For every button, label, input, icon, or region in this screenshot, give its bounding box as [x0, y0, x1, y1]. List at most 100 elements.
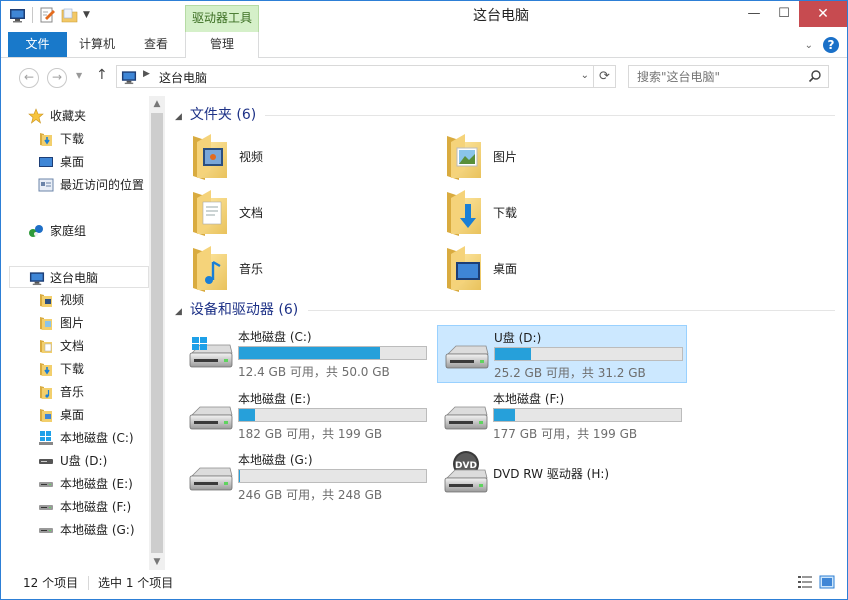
search-box[interactable]	[628, 65, 829, 88]
collapse-chevron-icon[interactable]: ◢	[175, 302, 182, 322]
tab-file[interactable]: 文件	[8, 32, 67, 57]
downloads-folder-icon	[38, 131, 54, 147]
close-button[interactable]: ✕	[799, 1, 847, 27]
folder-item-documents[interactable]: 文档	[187, 186, 437, 242]
sidebar-item-downloads-pc[interactable]: 下载	[38, 358, 148, 380]
toolbar-divider	[32, 7, 33, 23]
usb-drive-icon	[38, 453, 54, 469]
new-folder-icon[interactable]	[61, 7, 78, 23]
folder-item-downloads[interactable]: 下载	[441, 186, 691, 242]
computer-icon	[121, 69, 137, 88]
folder-item-music[interactable]: 音乐	[187, 242, 437, 298]
drive-item-e[interactable]: 本地磁盘 (E:) 182 GB 可用，共 199 GB	[182, 387, 432, 445]
forward-arrow-icon[interactable]: →	[47, 68, 67, 88]
hard-drive-icon	[188, 399, 234, 435]
drive-item-g[interactable]: 本地磁盘 (G:) 246 GB 可用，共 248 GB	[182, 448, 432, 506]
tab-manage[interactable]: 管理	[185, 32, 259, 58]
help-icon[interactable]: ?	[823, 37, 839, 53]
downloads-folder-icon	[441, 186, 489, 238]
details-view-icon[interactable]	[797, 574, 813, 590]
drive-usage-bar	[494, 347, 683, 361]
tab-view[interactable]: 查看	[127, 32, 185, 57]
scroll-down-arrow-icon[interactable]: ▼	[149, 554, 165, 570]
drive-usage-bar	[238, 346, 427, 360]
windows-drive-icon	[188, 337, 234, 373]
folder-item-pictures[interactable]: 图片	[441, 130, 691, 186]
large-icons-view-icon[interactable]	[819, 574, 835, 590]
sidebar-item-videos[interactable]: 视频	[38, 289, 148, 311]
breadcrumb-chevron-icon[interactable]: ▶	[143, 69, 150, 79]
sidebar-scrollbar[interactable]: ▲ ▼	[149, 96, 165, 570]
sidebar-item-favorites[interactable]: 收藏夹	[28, 105, 148, 127]
up-arrow-icon[interactable]: ↑	[96, 67, 108, 83]
properties-icon[interactable]	[39, 7, 56, 23]
window-controls: — ☐ ✕	[739, 1, 847, 27]
back-arrow-icon[interactable]: ←	[19, 68, 39, 88]
sidebar-item-drive-f[interactable]: 本地磁盘 (F:)	[38, 496, 148, 518]
hard-drive-icon	[188, 460, 234, 496]
drives-group-header[interactable]: ◢ 设备和驱动器 (6)	[175, 300, 298, 320]
address-dropdown-icon[interactable]: ⌄	[581, 70, 589, 81]
minimize-button[interactable]: —	[739, 1, 769, 27]
sidebar-item-documents[interactable]: 文档	[38, 335, 148, 357]
group-divider	[265, 115, 835, 116]
pictures-folder-icon	[38, 315, 54, 331]
sidebar-item-music[interactable]: 音乐	[38, 381, 148, 403]
sidebar-item-recent-places[interactable]: 最近访问的位置	[38, 174, 148, 196]
drive-usage-fill	[494, 409, 515, 421]
hard-drive-icon	[38, 476, 54, 492]
sidebar-item-pictures[interactable]: 图片	[38, 312, 148, 334]
sidebar-item-drive-g[interactable]: 本地磁盘 (G:)	[38, 519, 148, 541]
ribbon-tabs: 文件 计算机 查看 管理 ⌄ ?	[1, 32, 847, 58]
drive-item-d[interactable]: U盘 (D:) 25.2 GB 可用，共 31.2 GB	[437, 325, 687, 383]
drive-item-c[interactable]: 本地磁盘 (C:) 12.4 GB 可用，共 50.0 GB	[182, 325, 432, 383]
sidebar-item-desktop[interactable]: 桌面	[38, 151, 148, 173]
refresh-icon[interactable]: ⟳	[593, 66, 615, 87]
homegroup-icon	[28, 223, 44, 239]
scrollbar-thumb[interactable]	[151, 113, 163, 553]
dvd-drive-icon: DVD	[444, 451, 488, 493]
sidebar-item-drive-c[interactable]: 本地磁盘 (C:)	[38, 427, 148, 449]
desktop-icon	[38, 154, 54, 170]
folder-item-desktop[interactable]: 桌面	[441, 242, 691, 298]
downloads-folder-icon	[38, 361, 54, 377]
collapse-chevron-icon[interactable]: ◢	[175, 107, 182, 127]
videos-folder-icon	[38, 292, 54, 308]
music-folder-icon	[38, 384, 54, 400]
address-bar[interactable]: ▶ 这台电脑 ⌄ ⟳	[116, 65, 616, 88]
documents-folder-icon	[187, 186, 235, 238]
tab-computer[interactable]: 计算机	[67, 32, 127, 57]
recent-locations-dropdown-icon[interactable]: ▼	[76, 71, 82, 80]
search-input[interactable]	[635, 68, 805, 85]
window-title: 这台电脑	[473, 8, 529, 24]
sidebar-item-drive-e[interactable]: 本地磁盘 (E:)	[38, 473, 148, 495]
customize-toolbar-dropdown-icon[interactable]: ▼	[83, 7, 95, 23]
scroll-up-arrow-icon[interactable]: ▲	[149, 96, 165, 112]
drive-item-f[interactable]: 本地磁盘 (F:) 177 GB 可用，共 199 GB	[437, 387, 687, 445]
pictures-folder-icon	[441, 130, 489, 182]
status-bar: 12 个项目 选中 1 个项目	[1, 570, 847, 599]
computer-icon[interactable]	[9, 7, 26, 23]
videos-folder-icon	[187, 130, 235, 182]
sidebar-item-drive-d[interactable]: U盘 (D:)	[38, 450, 148, 472]
address-path[interactable]: 这台电脑	[159, 69, 207, 86]
sidebar-item-desktop-pc[interactable]: 桌面	[38, 404, 148, 426]
sidebar-item-downloads[interactable]: 下载	[38, 128, 148, 150]
folder-item-videos[interactable]: 视频	[187, 130, 437, 186]
desktop-folder-icon	[441, 242, 489, 294]
folders-group-header[interactable]: ◢ 文件夹 (6)	[175, 105, 256, 125]
group-divider	[308, 310, 835, 311]
sidebar-item-homegroup[interactable]: 家庭组	[28, 220, 148, 242]
navigation-bar: ← → ▼ ↑ ▶ 这台电脑 ⌄ ⟳	[1, 58, 847, 96]
drive-usage-bar	[493, 408, 682, 422]
maximize-button[interactable]: ☐	[769, 1, 799, 27]
sidebar-item-this-pc[interactable]: 这台电脑	[9, 266, 149, 288]
drive-item-h[interactable]: DVD DVD RW 驱动器 (H:)	[437, 448, 687, 506]
status-item-count: 12 个项目	[23, 576, 79, 590]
status-selection: 选中 1 个项目	[98, 576, 174, 590]
drive-usage-fill	[239, 470, 241, 482]
usb-drive-icon	[444, 338, 490, 374]
search-icon[interactable]	[808, 69, 822, 86]
navigation-pane: 收藏夹 下载 桌面 最近访问的位置 家庭组 这台电脑 视频 图片 文档 下载 音…	[1, 96, 164, 570]
expand-ribbon-chevron-icon[interactable]: ⌄	[805, 40, 813, 51]
